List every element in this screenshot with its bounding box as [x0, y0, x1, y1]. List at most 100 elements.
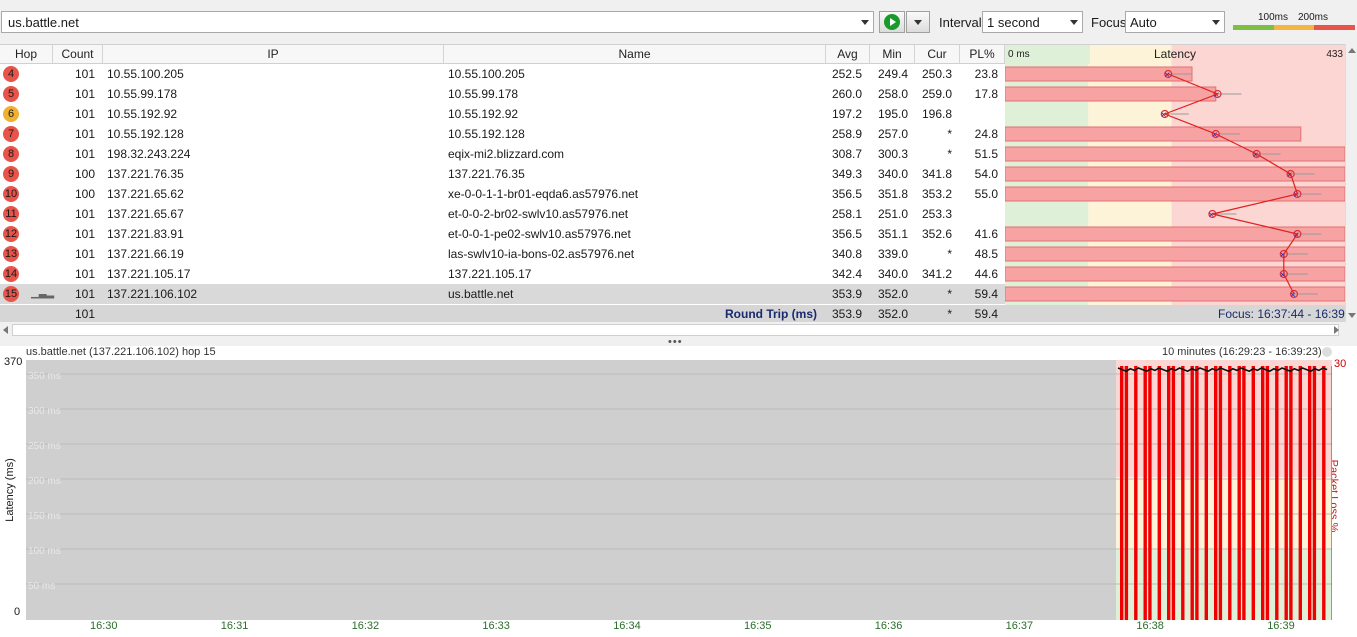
- packet-loss-bar: [1124, 366, 1129, 620]
- gridline-label: 150 ms: [28, 511, 61, 522]
- hop-count: 101: [74, 247, 95, 261]
- packet-loss-bar: [1005, 146, 1345, 162]
- table-row[interactable]: 9 100 137.221.76.35 137.221.76.35 349.3 340.0…: [0, 164, 1005, 184]
- col-avg[interactable]: Avg: [826, 45, 870, 64]
- chevron-down-icon: [1070, 20, 1078, 25]
- table-row[interactable]: 13 101 137.221.66.19 las-swlv10-ia-bons-02.…: [0, 244, 1005, 264]
- packet-loss-bar: [1265, 366, 1270, 620]
- hop-pl: 24.8: [974, 127, 998, 141]
- hop-avg: 353.9: [831, 287, 862, 301]
- hop-count: 101: [74, 287, 95, 301]
- hop-cur: 353.2: [921, 187, 952, 201]
- hop-min: 300.3: [877, 147, 908, 161]
- hop-cur: *: [947, 147, 952, 161]
- hop-ip: 137.221.76.35: [107, 167, 184, 181]
- hop-ip: 137.221.106.102: [107, 287, 198, 301]
- hop-number: 7: [3, 126, 19, 142]
- hop-name: 10.55.100.205: [448, 67, 525, 81]
- table-row[interactable]: 8 101 198.32.243.224 eqix-mi2.blizzard.com 3…: [0, 144, 1005, 164]
- hop-name: xe-0-0-1-1-br01-eqda6.as57976.net: [448, 187, 639, 201]
- hop-number: 15: [3, 286, 19, 302]
- packet-loss-bar: [1195, 366, 1199, 620]
- hop-count: 100: [74, 187, 95, 201]
- timeline-range[interactable]: 10 minutes (16:29:23 - 16:39:23): [1162, 346, 1322, 358]
- table-row[interactable]: 5 101 10.55.99.178 10.55.99.178 260.0 258.0 25…: [0, 84, 1005, 104]
- hop-name: eqix-mi2.blizzard.com: [448, 147, 565, 161]
- table-row[interactable]: 14 101 137.221.105.17 137.221.105.17 342.4 34…: [0, 264, 1005, 284]
- table-row[interactable]: 10 100 137.221.65.62 xe-0-0-1-1-br01-eqda6.…: [0, 184, 1005, 204]
- hop-count: 101: [74, 67, 95, 81]
- col-count[interactable]: Count: [53, 45, 103, 64]
- hop-ip: 137.221.65.67: [107, 207, 184, 221]
- table-row[interactable]: 12 101 137.221.83.91 et-0-0-1-pe02-swlv10.a…: [0, 224, 1005, 244]
- packet-loss-bar: [1261, 366, 1265, 620]
- hop-number: 12: [3, 226, 19, 242]
- packet-loss-bar: [1218, 366, 1223, 620]
- chevron-down-icon[interactable]: [1322, 347, 1332, 357]
- table-row[interactable]: 6 101 10.55.192.92 10.55.192.92 197.2 195.0 19…: [0, 104, 1005, 124]
- target-text: us.battle.net: [8, 15, 79, 30]
- hop-number: 6: [3, 106, 19, 122]
- hop-cur: *: [947, 247, 952, 261]
- latency-max-label: 433: [1326, 49, 1343, 60]
- gridline-label: 50 ms: [28, 581, 55, 592]
- col-cur[interactable]: Cur: [915, 45, 960, 64]
- scroll-right-icon[interactable]: [1334, 326, 1339, 334]
- hop-ip: 137.221.105.17: [107, 267, 191, 281]
- scroll-left-icon[interactable]: [3, 326, 8, 334]
- hop-ip: 10.55.192.128: [107, 127, 184, 141]
- footer-cur: *: [947, 307, 952, 321]
- hop-min: 339.0: [877, 247, 908, 261]
- col-min[interactable]: Min: [870, 45, 915, 64]
- min-marker: ×: [1212, 130, 1218, 141]
- target-input[interactable]: us.battle.net: [1, 11, 874, 33]
- table-row[interactable]: 7 101 10.55.192.128 10.55.192.128 258.9 257.0…: [0, 124, 1005, 144]
- min-marker: ×: [1161, 110, 1167, 121]
- timeline-graph: 350 ms 300 ms 250 ms 200 ms 150 ms 100 ms 50 m…: [26, 360, 1332, 620]
- interval-select[interactable]: 1 second: [982, 11, 1083, 33]
- packet-loss-bar: [1322, 366, 1326, 620]
- interval-label: Interval: [939, 15, 982, 30]
- vertical-scrollbar[interactable]: [1345, 44, 1357, 322]
- packet-loss-bar: [1005, 86, 1217, 102]
- timeline-title: us.battle.net (137.221.106.102) hop 15: [26, 346, 216, 358]
- time-tick: 16:33: [482, 620, 510, 632]
- table-row[interactable]: 4 101 10.55.100.205 10.55.100.205 252.5 249.4…: [0, 64, 1005, 84]
- pane-splitter[interactable]: •••: [0, 337, 1357, 348]
- scroll-down-icon[interactable]: [1348, 313, 1356, 318]
- col-pl[interactable]: PL%: [960, 45, 1005, 64]
- footer-pl: 59.4: [974, 307, 998, 321]
- col-hop[interactable]: Hop: [0, 45, 53, 64]
- hop-pl: 48.5: [974, 247, 998, 261]
- col-name[interactable]: Name: [444, 45, 826, 64]
- table-row[interactable]: 11 101 137.221.65.67 et-0-0-2-br02-swlv10.a…: [0, 204, 1005, 224]
- footer-count: 101: [74, 307, 95, 321]
- col-latency[interactable]: 0 ms Latency 433: [1005, 45, 1345, 64]
- hop-ip: 10.55.192.92: [107, 107, 178, 121]
- y-max-label: 370: [4, 356, 23, 368]
- start-trace-button[interactable]: [879, 11, 905, 33]
- focus-select[interactable]: Auto: [1125, 11, 1225, 33]
- hop-table: 4 101 10.55.100.205 10.55.100.205 252.5 249.4…: [0, 64, 1005, 305]
- hop-min: 352.0: [877, 287, 908, 301]
- chevron-down-icon[interactable]: [861, 20, 869, 25]
- time-tick: 16:37: [1005, 620, 1034, 632]
- scroll-thumb[interactable]: [12, 324, 1339, 336]
- hop-avg: 340.8: [831, 247, 862, 261]
- hop-count: 101: [74, 227, 95, 241]
- table-row[interactable]: 15 ▁▃▂ 101 137.221.106.102 us.battle.net 353.…: [0, 284, 1005, 304]
- hop-cur: *: [947, 287, 952, 301]
- table-header: Hop Count IP Name Avg Min Cur PL% 0 ms L…: [0, 44, 1357, 64]
- min-marker: ×: [1208, 210, 1214, 221]
- chevron-down-icon: [1212, 20, 1220, 25]
- packet-loss-bar: [1204, 366, 1208, 620]
- hop-min: 340.0: [877, 267, 908, 281]
- round-trip-row: 101 Round Trip (ms) 353.9 352.0 * 59.4 F…: [0, 305, 1355, 322]
- hop-cur: 341.8: [921, 167, 952, 181]
- col-ip[interactable]: IP: [103, 45, 444, 64]
- scroll-up-icon[interactable]: [1348, 48, 1356, 53]
- graph-icon[interactable]: ▁▃▂: [31, 288, 54, 299]
- hop-avg: 308.7: [831, 147, 862, 161]
- trace-options-dropdown[interactable]: [906, 11, 930, 33]
- hop-pl: 41.6: [974, 227, 998, 241]
